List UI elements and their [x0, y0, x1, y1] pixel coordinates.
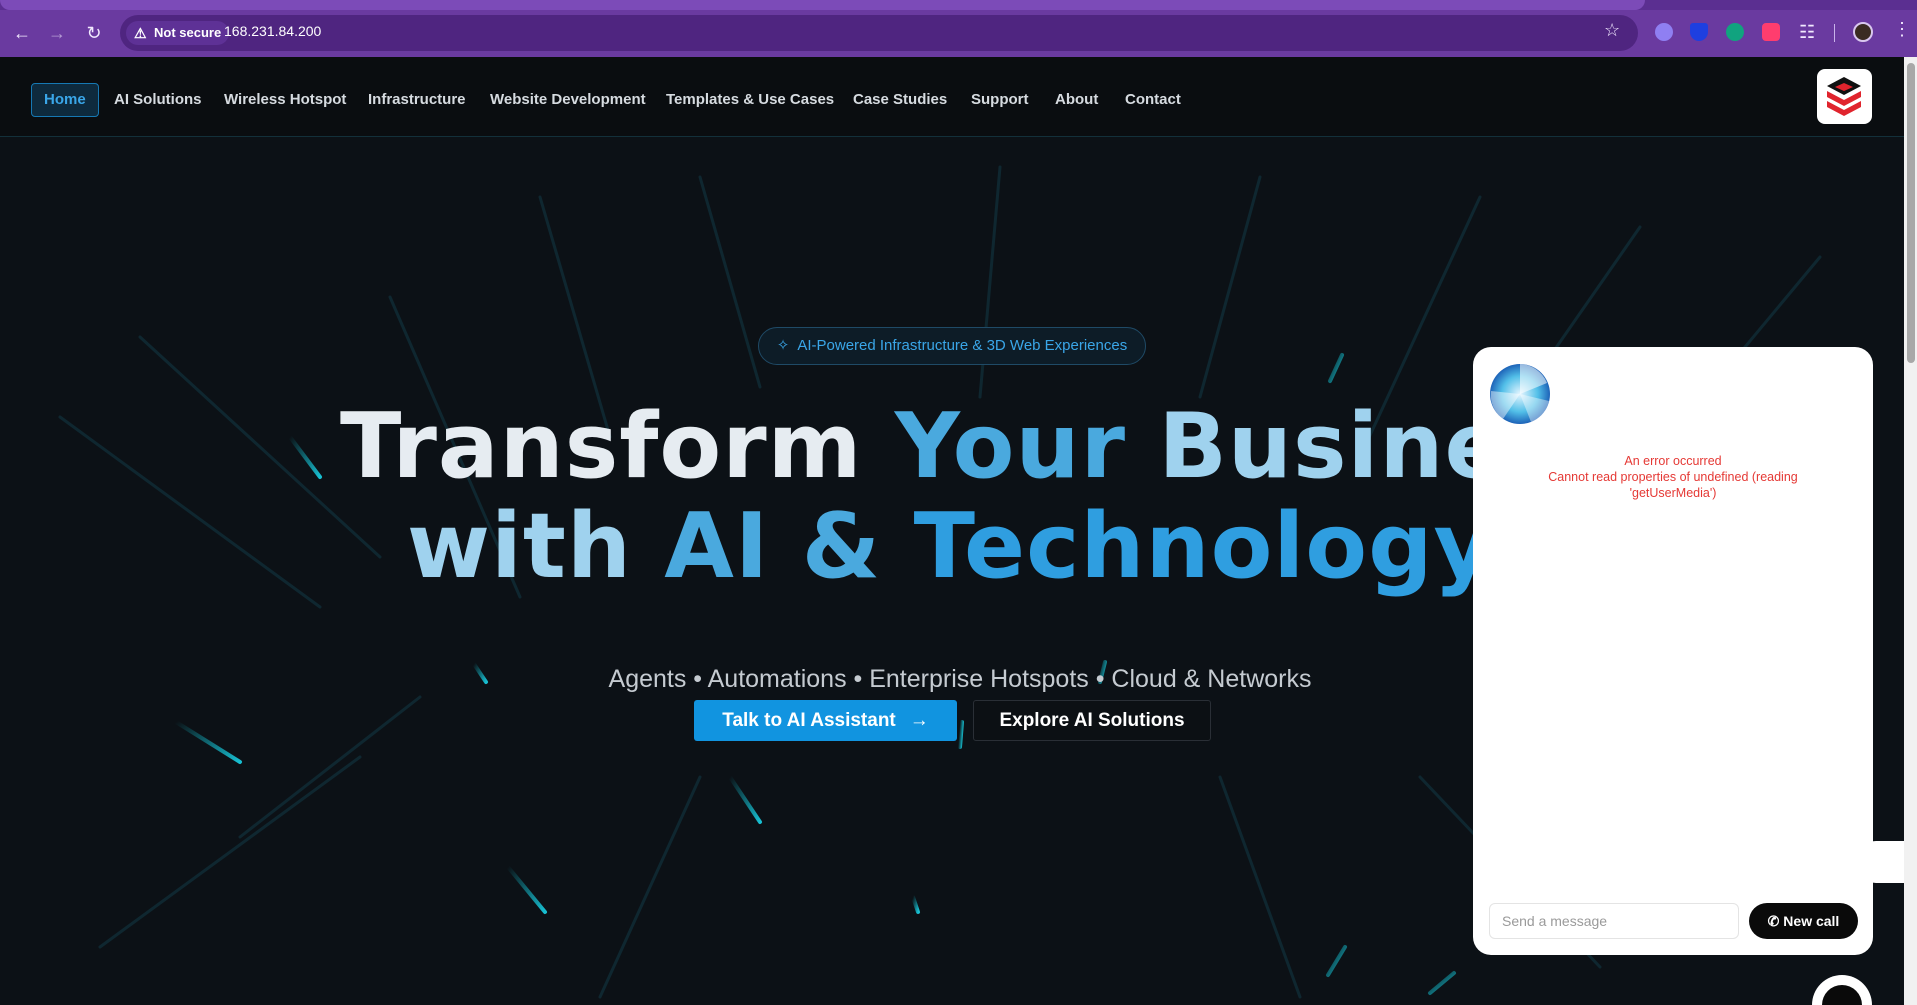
menu-icon[interactable]: ⋮ — [1893, 19, 1911, 40]
extensions-icon[interactable]: ☷ — [1799, 23, 1817, 41]
browser-toolbar: ← → ↻ ⚠ Not secure 168.231.84.200 ☆ ☷ ⋮ — [0, 0, 1917, 57]
active-tab[interactable] — [0, 0, 1645, 10]
website-viewport: Home AI Solutions Wireless Hotspot Infra… — [0, 57, 1917, 1005]
nav-home[interactable]: Home — [31, 83, 99, 117]
scrollbar-thumb[interactable] — [1907, 63, 1915, 363]
nav-about[interactable]: About — [1055, 83, 1098, 117]
chat-message-input[interactable]: Send a message — [1489, 903, 1739, 939]
site-navbar: Home AI Solutions Wireless Hotspot Infra… — [0, 57, 1904, 137]
address-bar[interactable] — [120, 15, 1638, 51]
profile-avatar[interactable] — [1853, 22, 1873, 42]
chevron-down-icon: ⌄ — [1822, 985, 1862, 1005]
hero-headline: Transform Your Busines with AI & Technol… — [340, 397, 1560, 597]
security-chip[interactable]: ⚠ Not secure — [126, 21, 230, 45]
nav-support[interactable]: Support — [971, 83, 1029, 117]
headline-word: & — [801, 494, 882, 599]
stacked-layers-logo-icon — [1827, 77, 1861, 116]
nav-infrastructure[interactable]: Infrastructure — [368, 83, 466, 117]
nav-contact[interactable]: Contact — [1125, 83, 1181, 117]
security-label: Not secure — [154, 25, 222, 40]
explore-ai-solutions-button[interactable]: Explore AI Solutions — [973, 700, 1211, 741]
new-call-button[interactable]: ✆ New call — [1749, 903, 1858, 939]
headline-line-2: with AI & Technology — [340, 497, 1560, 597]
toolbar-divider — [1834, 24, 1835, 42]
warning-icon: ⚠ — [134, 25, 147, 41]
hero-subheadline: Agents • Automations • Enterprise Hotspo… — [608, 665, 1312, 693]
nav-case-studies[interactable]: Case Studies — [853, 83, 947, 117]
sparkle-icon: ✧ — [776, 337, 790, 354]
site-logo[interactable] — [1817, 69, 1872, 124]
headline-word: AI — [664, 494, 770, 599]
extension-cloud-icon[interactable] — [1655, 23, 1673, 41]
primary-cta-label: Talk to AI Assistant — [722, 710, 896, 731]
hero-badge-text: AI-Powered Infrastructure & 3D Web Exper… — [797, 337, 1128, 354]
talk-to-ai-assistant-button[interactable]: Talk to AI Assistant → — [694, 700, 957, 741]
chat-error-title: An error occurred — [1624, 454, 1722, 468]
back-icon[interactable]: ← — [8, 19, 36, 47]
hero-badge: ✧ AI-Powered Infrastructure & 3D Web Expe… — [758, 327, 1146, 365]
headline-line-1: Transform Your Busines — [340, 397, 1560, 497]
headline-word: Technology — [913, 494, 1494, 599]
url-text[interactable]: 168.231.84.200 — [224, 23, 321, 39]
arrow-right-icon: → — [909, 710, 929, 731]
chat-error-detail: Cannot read properties of undefined (rea… — [1548, 470, 1798, 500]
headline-word: with — [406, 494, 632, 599]
nav-templates-use-cases[interactable]: Templates & Use Cases — [666, 83, 834, 117]
shield-extension-icon[interactable] — [1690, 23, 1708, 41]
star-icon[interactable]: ☆ — [1604, 20, 1620, 41]
chat-error-message: An error occurred Cannot read properties… — [1513, 453, 1833, 501]
nav-website-development[interactable]: Website Development — [490, 83, 646, 117]
new-call-label: New call — [1783, 913, 1840, 929]
assistant-orb-icon — [1490, 364, 1550, 424]
forward-icon[interactable]: → — [43, 19, 71, 47]
nav-ai-solutions[interactable]: AI Solutions — [114, 83, 202, 117]
openai-extension-icon[interactable] — [1726, 23, 1744, 41]
headline-word: Transform — [340, 394, 863, 499]
pdf-extension-icon[interactable] — [1762, 23, 1780, 41]
phone-icon: ✆ — [1767, 913, 1780, 929]
nav-wireless-hotspot[interactable]: Wireless Hotspot — [224, 83, 346, 117]
reload-icon[interactable]: ↻ — [80, 19, 108, 47]
chat-widget-panel: An error occurred Cannot read properties… — [1473, 347, 1873, 955]
headline-word: Your — [894, 394, 1126, 499]
